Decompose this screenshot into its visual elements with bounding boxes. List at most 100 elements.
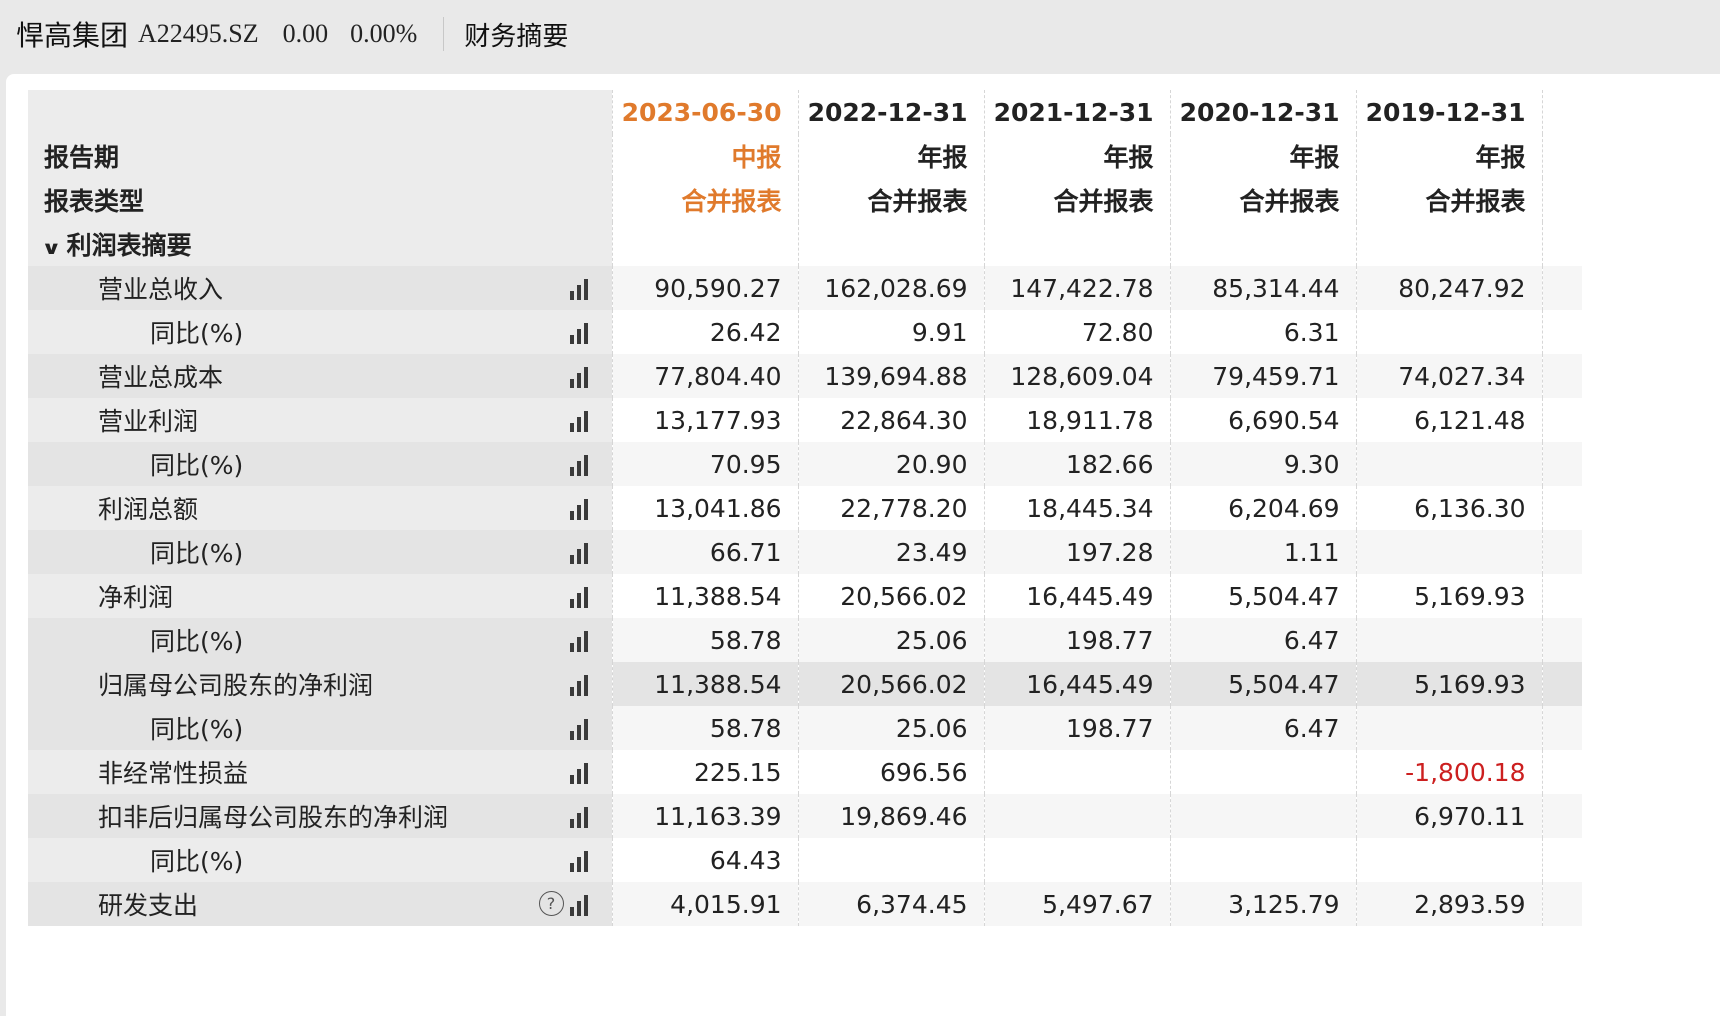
bar-chart-icon[interactable] xyxy=(569,366,594,388)
col-date[interactable]: 2019-12-31 xyxy=(1355,90,1542,134)
row-label: 净利润 xyxy=(98,583,174,612)
col-date[interactable]: 2023-06-30 xyxy=(611,90,798,134)
tab-financial-summary[interactable]: 财务摘要 xyxy=(464,16,568,53)
value-cell: 20.90 xyxy=(797,442,984,486)
value-cell: 198.77 xyxy=(983,706,1170,750)
value-cell: 19,869.46 xyxy=(797,794,984,838)
value-cell: 79,459.71 xyxy=(1169,354,1356,398)
value-cell xyxy=(1355,530,1542,574)
col-period-type: 年报 xyxy=(797,134,984,178)
bar-chart-icon[interactable] xyxy=(569,586,594,608)
col-date[interactable]: 2020-12-31 xyxy=(1169,90,1356,134)
bar-chart-icon[interactable] xyxy=(569,762,594,784)
row-label: 利润总额 xyxy=(98,495,199,524)
value-cell xyxy=(1355,310,1542,354)
table-row[interactable]: 同比(%) 26.42 9.91 72.80 6.31 xyxy=(28,310,1582,354)
row-label-cell: 同比(%) xyxy=(28,706,612,750)
value-cell: 13,041.86 xyxy=(611,486,798,530)
header-row-period: 报告期 中报 年报 年报 年报 年报 xyxy=(28,134,1582,178)
value-cell: 11,388.54 xyxy=(611,662,798,706)
value-cell: 5,504.47 xyxy=(1169,574,1356,618)
row-label-cell: 归属母公司股东的净利润 xyxy=(28,662,612,706)
bar-chart-icon[interactable] xyxy=(569,630,594,652)
value-cell: 1.11 xyxy=(1169,530,1356,574)
value-cell xyxy=(983,750,1170,794)
row-label: 同比(%) xyxy=(150,627,244,656)
col-date[interactable]: 2021-12-31 xyxy=(983,90,1170,134)
table-row[interactable]: 研发支出? 4,015.91 6,374.45 5,497.67 3,125.79 2,8… xyxy=(28,882,1582,926)
bar-chart-icon[interactable] xyxy=(569,718,594,740)
value-cell: 6,374.45 xyxy=(797,882,984,926)
value-cell: 5,497.67 xyxy=(983,882,1170,926)
value-cell: 72.80 xyxy=(983,310,1170,354)
bar-chart-icon[interactable] xyxy=(569,322,594,344)
value-cell xyxy=(797,838,984,882)
value-cell: 85,314.44 xyxy=(1169,266,1356,310)
row-label: 营业总成本 xyxy=(98,363,224,392)
value-cell: 66.71 xyxy=(611,530,798,574)
value-cell: 6,970.11 xyxy=(1355,794,1542,838)
bar-chart-icon[interactable] xyxy=(569,674,594,696)
bar-chart-icon[interactable] xyxy=(569,410,594,432)
col-report-type: 合并报表 xyxy=(983,178,1170,222)
col-report-type: 合并报表 xyxy=(797,178,984,222)
section-toggle[interactable]: ∨ 利润表摘要 xyxy=(28,222,612,266)
col-date[interactable]: 2022-12-31 xyxy=(797,90,984,134)
value-cell: 58.78 xyxy=(611,618,798,662)
value-cell: 22,864.30 xyxy=(797,398,984,442)
section-title: 利润表摘要 xyxy=(66,231,192,260)
company-name: 悍高集团 xyxy=(16,19,129,52)
value-cell: 25.06 xyxy=(797,618,984,662)
bar-chart-icon[interactable] xyxy=(569,542,594,564)
value-cell xyxy=(983,838,1170,882)
row-label-cell: 营业总成本 xyxy=(28,354,612,398)
table-row[interactable]: 同比(%) 64.43 xyxy=(28,838,1582,882)
question-circle-icon[interactable]: ? xyxy=(538,891,564,916)
table-row[interactable]: 非经常性损益 225.15 696.56 -1,800.18 xyxy=(28,750,1582,794)
table-row[interactable]: 扣非后归属母公司股东的净利润 11,163.39 19,869.46 6,970.11 xyxy=(28,794,1582,838)
table-row[interactable]: 归属母公司股东的净利润 11,388.54 20,566.02 16,445.49 5,… xyxy=(28,662,1582,706)
section-row[interactable]: ∨ 利润表摘要 xyxy=(28,222,1582,266)
value-cell: 5,169.93 xyxy=(1355,574,1542,618)
value-cell: 6.47 xyxy=(1169,706,1356,750)
bar-chart-icon[interactable] xyxy=(569,806,594,828)
value-cell: 74,027.34 xyxy=(1355,354,1542,398)
row-label: 同比(%) xyxy=(150,715,244,744)
report-type-label: 报表类型 xyxy=(28,178,612,222)
bar-chart-icon[interactable] xyxy=(569,894,594,916)
value-cell: 25.06 xyxy=(797,706,984,750)
bar-chart-icon[interactable] xyxy=(569,498,594,520)
table-row[interactable]: 营业总成本 77,804.40 139,694.88 128,609.04 79,459… xyxy=(28,354,1582,398)
value-cell xyxy=(1355,618,1542,662)
value-cell: 18,911.78 xyxy=(983,398,1170,442)
value-cell: 64.43 xyxy=(611,838,798,882)
value-cell: 2,893.59 xyxy=(1355,882,1542,926)
value-cell: 6,121.48 xyxy=(1355,398,1542,442)
table-row[interactable]: 同比(%) 58.78 25.06 198.77 6.47 xyxy=(28,706,1582,750)
value-cell: 16,445.49 xyxy=(983,662,1170,706)
bar-chart-icon[interactable] xyxy=(569,454,594,476)
value-cell: 20,566.02 xyxy=(797,662,984,706)
row-label: 营业利润 xyxy=(98,407,199,436)
ticker-code: A22495.SZ xyxy=(138,19,259,48)
header-corner xyxy=(28,90,612,134)
table-row[interactable]: 净利润 11,388.54 20,566.02 16,445.49 5,504.47 5,… xyxy=(28,574,1582,618)
row-label-cell: 利润总额 xyxy=(28,486,612,530)
header-row-date: 2023-06-30 2022-12-31 2021-12-31 2020-12… xyxy=(28,90,1582,134)
value-cell: 225.15 xyxy=(611,750,798,794)
value-cell: 22,778.20 xyxy=(797,486,984,530)
chevron-down-icon: ∨ xyxy=(41,238,62,259)
value-cell: 58.78 xyxy=(611,706,798,750)
row-label-cell: 同比(%) xyxy=(28,530,612,574)
table-row[interactable]: 营业总收入 90,590.27 162,028.69 147,422.78 85,314… xyxy=(28,266,1582,310)
value-cell: 6.47 xyxy=(1169,618,1356,662)
bar-chart-icon[interactable] xyxy=(569,850,594,872)
value-cell: 13,177.93 xyxy=(611,398,798,442)
row-label-cell: 营业利润 xyxy=(28,398,612,442)
table-row[interactable]: 同比(%) 66.71 23.49 197.28 1.11 xyxy=(28,530,1582,574)
table-row[interactable]: 营业利润 13,177.93 22,864.30 18,911.78 6,690.54 6… xyxy=(28,398,1582,442)
bar-chart-icon[interactable] xyxy=(569,278,594,300)
table-row[interactable]: 同比(%) 70.95 20.90 182.66 9.30 xyxy=(28,442,1582,486)
table-row[interactable]: 利润总额 13,041.86 22,778.20 18,445.34 6,204.69 6… xyxy=(28,486,1582,530)
table-row[interactable]: 同比(%) 58.78 25.06 198.77 6.47 xyxy=(28,618,1582,662)
